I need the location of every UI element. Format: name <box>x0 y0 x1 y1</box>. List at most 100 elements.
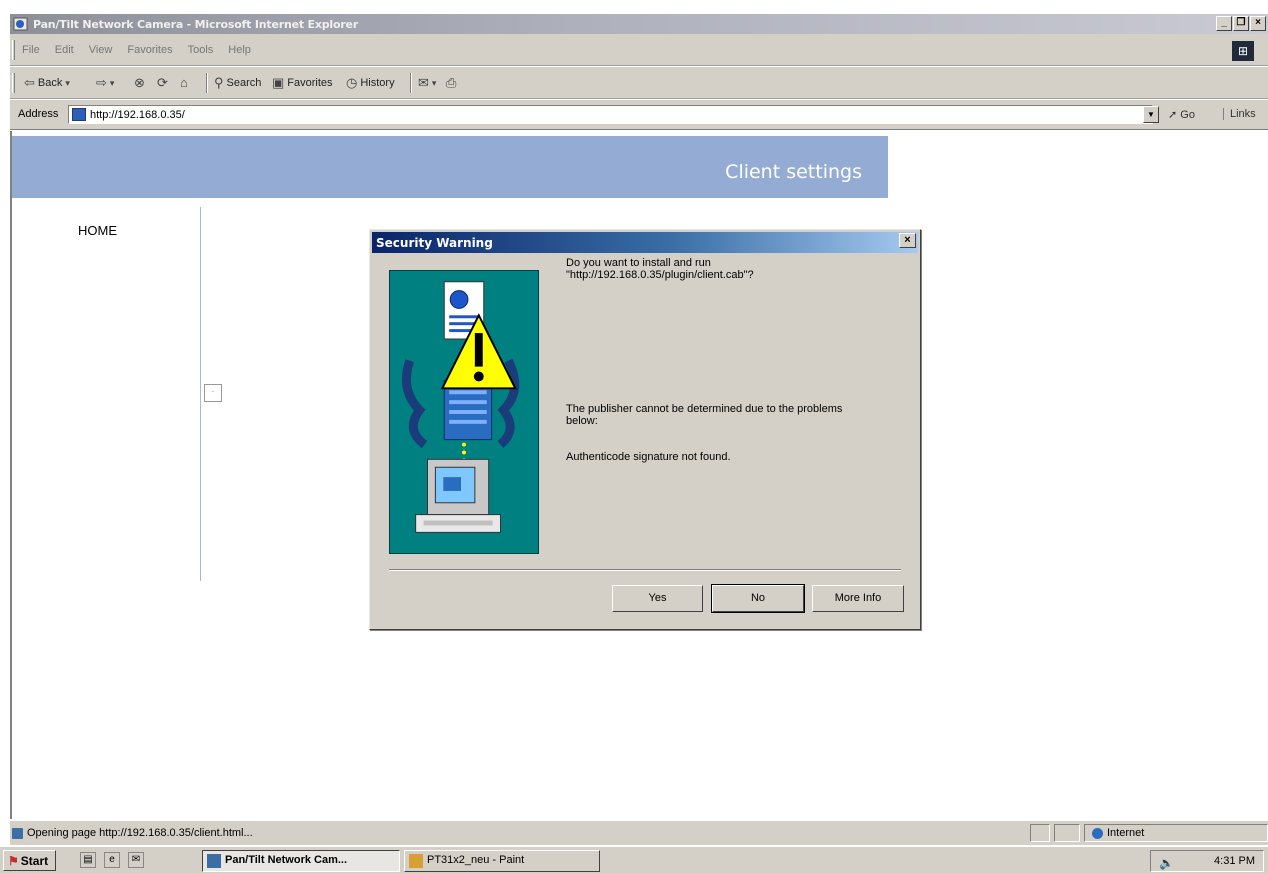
print-icon: ⎙ <box>446 75 457 90</box>
menu-tools[interactable]: Tools <box>188 44 214 56</box>
task-ie-window[interactable]: Pan/Tilt Network Cam... <box>202 850 400 872</box>
menu-help[interactable]: Help <box>228 44 251 56</box>
computer-icon <box>415 458 501 533</box>
stop-icon: ⊗ <box>134 75 145 90</box>
status-bar: Opening page http://192.168.0.35/client.… <box>10 820 1268 845</box>
yes-button[interactable]: Yes <box>612 585 703 612</box>
status-cell <box>1054 824 1080 842</box>
favorites-label: Favorites <box>287 77 333 89</box>
standard-toolbar: ⇦ Back ▾ ⇨ ▾ ⊗ ⟳ ⌂ ⚲ Search ▣ Favorites … <box>10 67 1268 99</box>
favorites-button[interactable]: ▣ Favorites <box>272 75 333 91</box>
back-label: Back <box>37 77 63 89</box>
nav-divider <box>200 207 201 581</box>
search-label: Search <box>226 77 262 89</box>
menu-view[interactable]: View <box>89 44 113 56</box>
outlook-quicklaunch-icon[interactable]: ✉ <box>128 852 144 868</box>
status-text: Opening page http://192.168.0.35/client.… <box>27 827 253 839</box>
menu-file[interactable]: File <box>22 44 40 56</box>
forward-button[interactable]: ⇨ ▾ <box>96 75 114 91</box>
back-dropdown-icon[interactable]: ▾ <box>65 78 70 89</box>
nav-home-link[interactable]: HOME <box>78 223 117 238</box>
address-url[interactable]: http://192.168.0.35/ <box>90 109 185 121</box>
publisher-message-line1: The publisher cannot be determined due t… <box>566 403 843 415</box>
window-title-bar[interactable]: Pan/Tilt Network Camera - Microsoft Inte… <box>10 14 1268 34</box>
history-label: History <box>360 77 395 89</box>
toolbar-separator <box>410 73 412 93</box>
toolbar-grip[interactable] <box>12 73 15 93</box>
refresh-button[interactable]: ⟳ <box>157 75 168 91</box>
forward-dropdown-icon[interactable]: ▾ <box>110 78 115 89</box>
ie-task-icon <box>207 854 221 868</box>
taskbar: ⚑ Start ▤ e ✉ Pan/Tilt Network Cam... PT… <box>0 846 1268 873</box>
forward-arrow-icon: ⇨ <box>96 75 107 90</box>
refresh-icon: ⟳ <box>157 75 168 90</box>
banner-title: Client settings <box>725 161 862 183</box>
print-button[interactable]: ⎙ <box>446 75 456 91</box>
volume-icon[interactable]: 🔈 <box>1159 854 1174 873</box>
address-bar: Address http://192.168.0.35/ ▼ ➚ Go Link… <box>10 100 1268 130</box>
stop-button[interactable]: ⊗ <box>134 75 145 91</box>
dialog-title: Security Warning <box>376 235 493 250</box>
security-warning-illustration <box>389 270 539 554</box>
publisher-message-line2: below: <box>566 415 598 427</box>
address-dropdown-button[interactable]: ▼ <box>1143 106 1159 123</box>
favorites-icon: ▣ <box>272 75 285 90</box>
task-paint-window[interactable]: PT31x2_neu - Paint <box>404 850 600 872</box>
dialog-title-bar[interactable]: Security Warning <box>372 232 918 253</box>
start-label: Start <box>20 853 49 868</box>
windows-flag-icon: ⚑ <box>8 853 19 868</box>
search-icon: ⚲ <box>214 75 224 90</box>
minimize-button[interactable]: _ <box>1216 16 1232 31</box>
menu-bar: File Edit View Favorites Tools Help ⊞ <box>10 34 1268 66</box>
window-controls: _ ❐ × <box>1216 16 1266 31</box>
search-button[interactable]: ⚲ Search <box>214 75 261 91</box>
more-info-button[interactable]: More Info <box>812 585 904 612</box>
maximize-button[interactable]: ❐ <box>1233 16 1249 31</box>
page-icon <box>72 108 86 121</box>
ie-page-icon <box>13 17 28 31</box>
dialog-close-button[interactable]: × <box>899 233 916 248</box>
history-button[interactable]: ◷ History <box>346 75 395 91</box>
loading-page-icon <box>12 827 23 839</box>
address-input[interactable]: http://192.168.0.35/ <box>68 105 1153 124</box>
clock[interactable]: 4:31 PM <box>1214 852 1255 871</box>
mail-button[interactable]: ✉ ▾ <box>418 75 436 91</box>
close-button[interactable]: × <box>1250 16 1266 31</box>
task-label: Pan/Tilt Network Cam... <box>225 854 348 866</box>
go-arrow-icon: ➚ <box>1168 109 1178 121</box>
menu-favorites[interactable]: Favorites <box>127 44 172 56</box>
mail-dropdown-icon[interactable]: ▾ <box>432 78 437 89</box>
show-desktop-icon[interactable]: ▤ <box>80 852 96 868</box>
menu-edit[interactable]: Edit <box>55 44 74 56</box>
window-title: Pan/Tilt Network Camera - Microsoft Inte… <box>33 17 359 31</box>
dialog-divider <box>389 569 901 571</box>
publisher-message: The publisher cannot be determined due t… <box>566 403 906 427</box>
history-icon: ◷ <box>346 75 358 90</box>
back-arrow-icon: ⇦ <box>24 75 35 90</box>
menu-grip[interactable] <box>12 40 15 60</box>
internet-globe-icon <box>1092 827 1103 839</box>
install-question: Do you want to install and run "http://1… <box>566 257 906 281</box>
links-button[interactable]: Links <box>1223 108 1256 120</box>
broken-plugin-placeholder-icon: · <box>204 384 222 402</box>
paint-task-icon <box>409 854 423 868</box>
address-label: Address <box>18 108 59 120</box>
home-button[interactable]: ⌂ <box>180 75 188 90</box>
home-icon: ⌂ <box>180 75 188 90</box>
system-tray: 🔈 4:31 PM <box>1150 850 1264 872</box>
go-button[interactable]: ➚ Go <box>1168 108 1195 121</box>
no-button[interactable]: No <box>711 584 805 613</box>
install-question-line1: Do you want to install and run <box>566 257 711 269</box>
back-button[interactable]: ⇦ Back ▾ <box>24 75 70 91</box>
toolbar-separator <box>206 73 208 93</box>
install-question-url: "http://192.168.0.35/plugin/client.cab"? <box>566 269 754 281</box>
page-banner: Client settings <box>12 136 888 198</box>
ie-quicklaunch-icon[interactable]: e <box>104 852 120 868</box>
status-cell <box>1030 824 1050 842</box>
start-button[interactable]: ⚑ Start <box>3 850 56 871</box>
zone-label: Internet <box>1107 827 1145 839</box>
signature-message: Authenticode signature not found. <box>566 451 731 463</box>
status-message: Opening page http://192.168.0.35/client.… <box>12 827 253 839</box>
go-label: Go <box>1180 109 1195 121</box>
task-label: PT31x2_neu - Paint <box>427 854 525 866</box>
